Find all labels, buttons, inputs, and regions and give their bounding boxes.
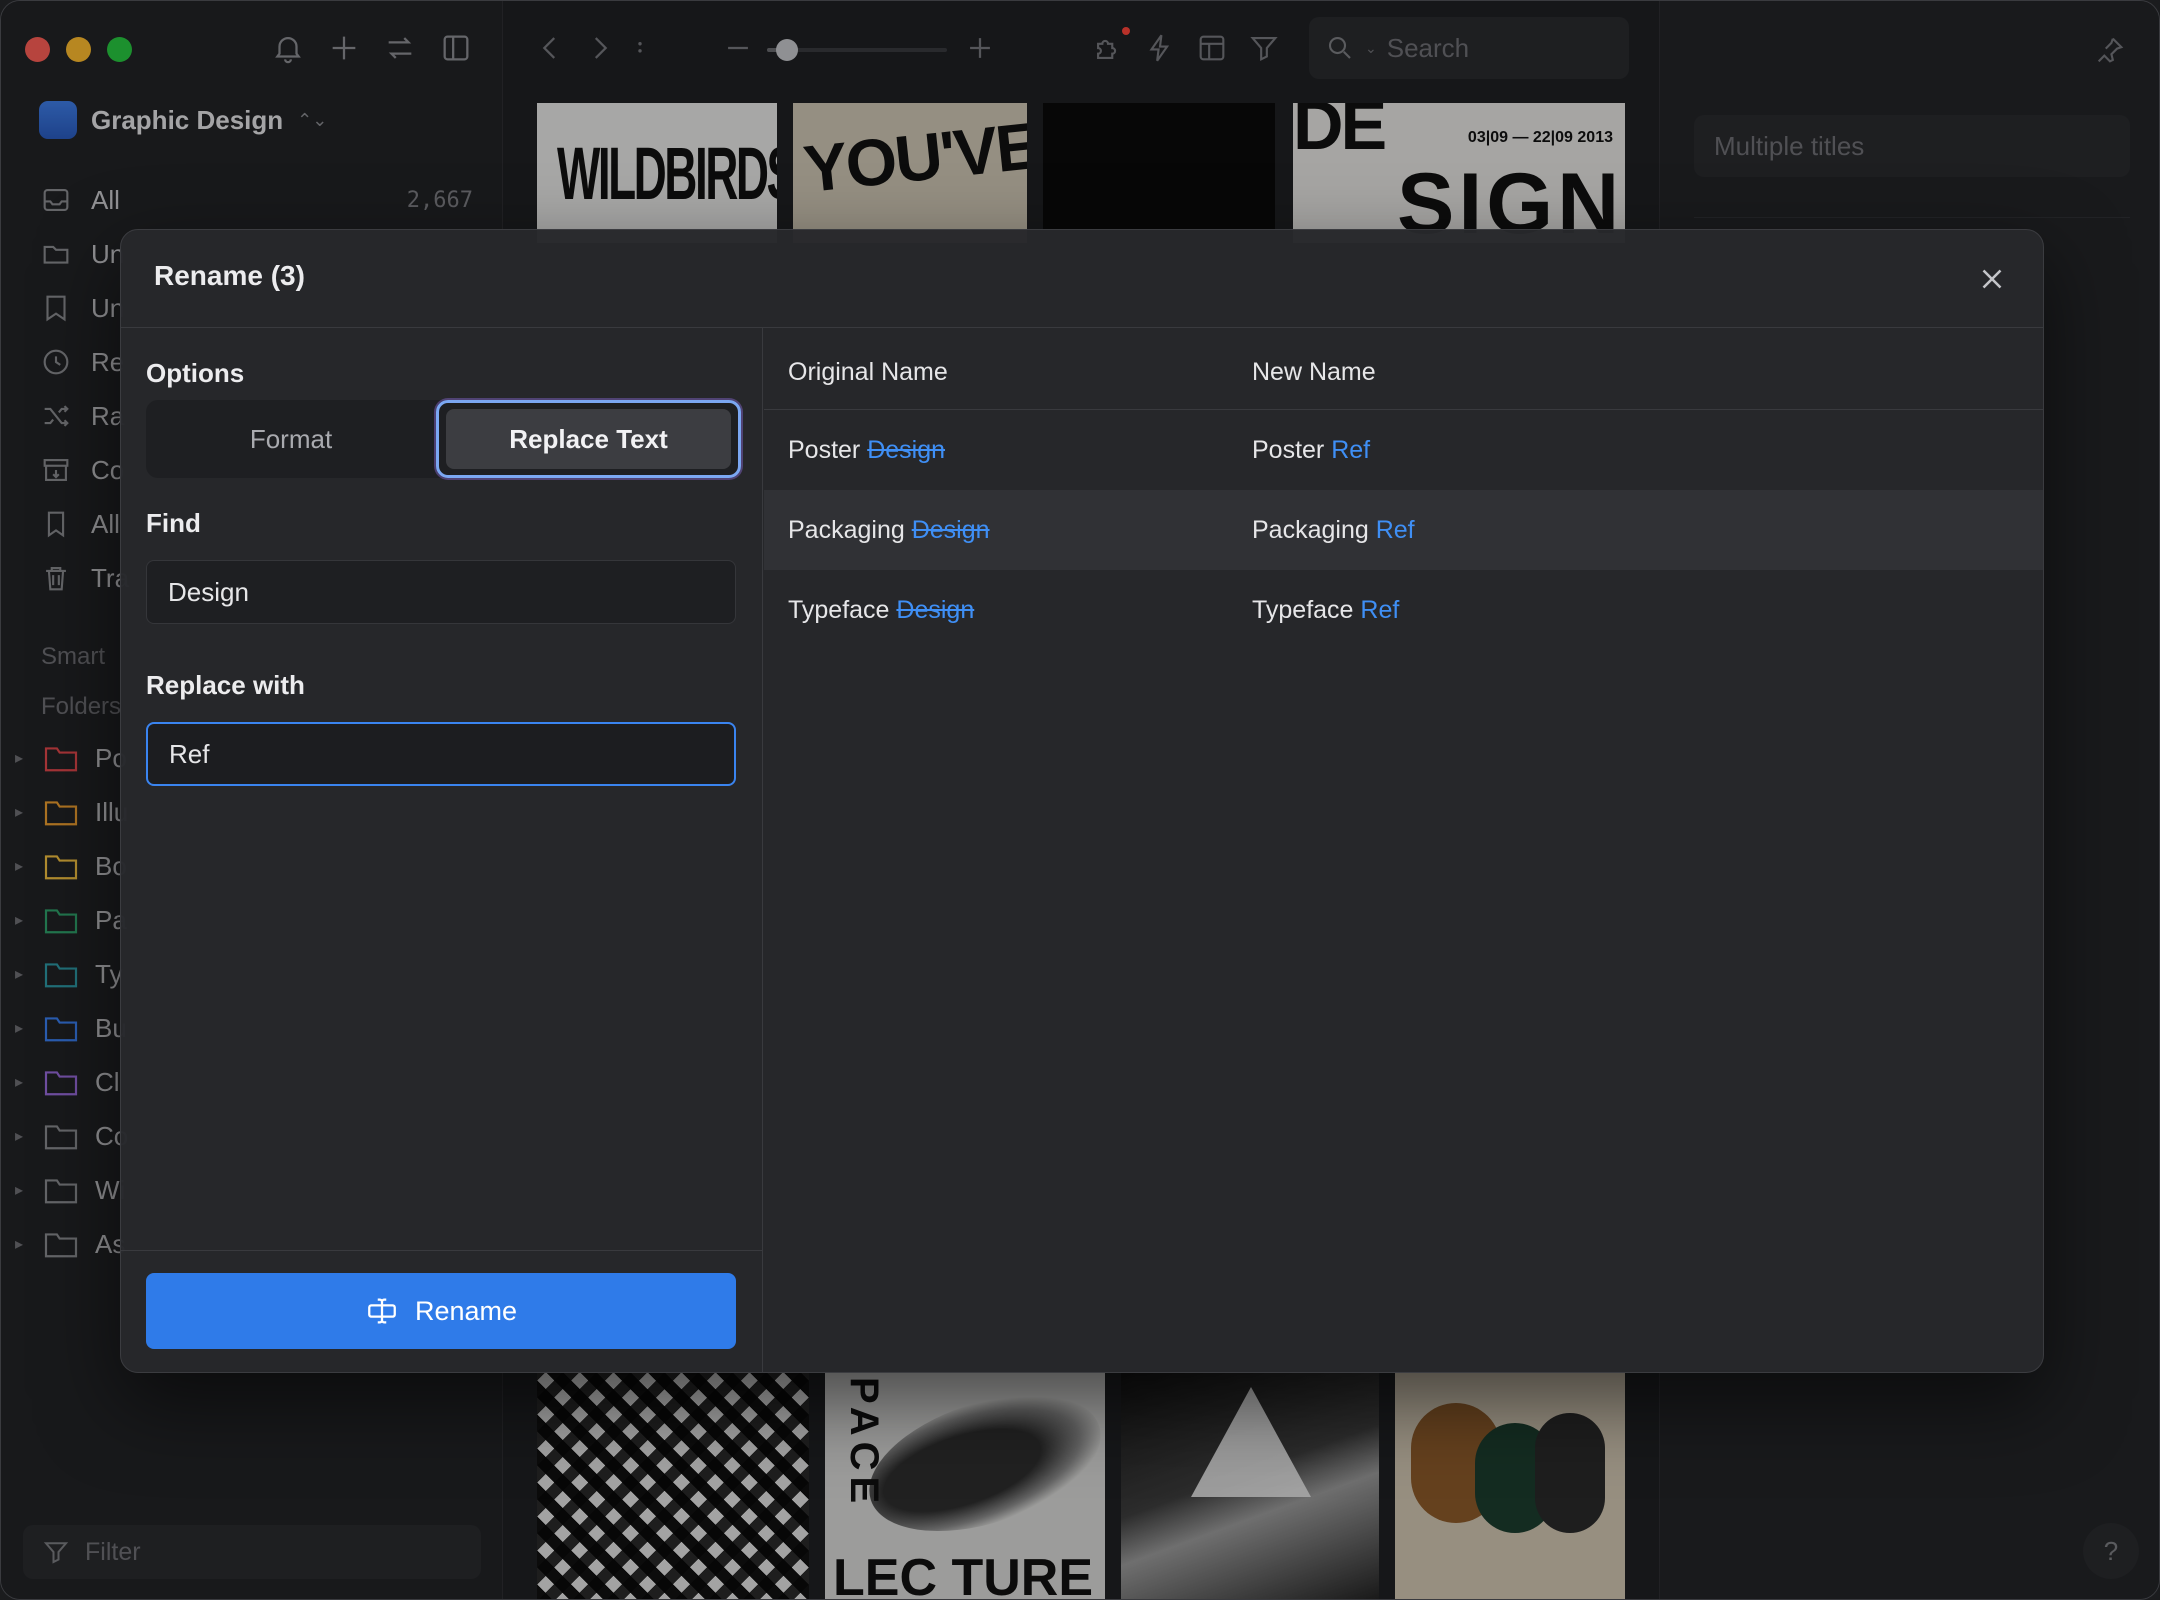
- rename-preview-table: Original Name New Name Poster Design Post…: [764, 328, 2043, 1372]
- new-name-cell: Poster Ref: [1252, 436, 1370, 465]
- original-name-cell: Packaging Design: [788, 516, 990, 545]
- replacement-text: Ref: [1331, 436, 1371, 464]
- tab-label: Replace Text: [446, 409, 731, 469]
- dialog-header: Rename (3): [121, 230, 2043, 328]
- replace-label: Replace with: [146, 670, 305, 700]
- replace-input[interactable]: Ref: [146, 722, 736, 786]
- rename-button-label: Rename: [414, 1295, 518, 1326]
- replacement-text: Ref: [1375, 516, 1415, 544]
- rename-dialog: Rename (3) Options Format Replace Text F…: [120, 229, 2044, 1373]
- options-panel: Options Format Replace Text Find Design …: [121, 328, 763, 1372]
- tab-label: Format: [249, 423, 333, 454]
- tab-replace-text[interactable]: Replace Text: [436, 400, 741, 478]
- tab-format[interactable]: Format: [146, 400, 436, 478]
- find-label: Find: [146, 508, 201, 538]
- table-row: Packaging Design Packaging Ref: [764, 490, 2043, 570]
- find-input[interactable]: Design: [146, 560, 736, 624]
- rename-cursor-icon: [368, 1298, 396, 1324]
- dialog-footer: Rename: [121, 1250, 762, 1372]
- column-original-name: Original Name: [788, 358, 948, 386]
- matched-text: Design: [867, 436, 946, 464]
- replacement-text: Ref: [1360, 596, 1400, 624]
- matched-text: Design: [911, 516, 990, 544]
- original-name-cell: Typeface Design: [788, 596, 974, 625]
- table-row: Typeface Design Typeface Ref: [764, 570, 2043, 650]
- new-name-cell: Packaging Ref: [1252, 516, 1415, 545]
- column-new-name: New Name: [1252, 358, 1376, 386]
- mode-segmented-control: Format Replace Text: [146, 400, 741, 478]
- name-prefix: Typeface: [1252, 596, 1361, 624]
- find-value: Design: [168, 576, 249, 607]
- app-window: Graphic Design ⌃⌄ All 2,667 Un Un Re Ra …: [0, 0, 2160, 1600]
- close-icon[interactable]: [1975, 262, 2009, 296]
- rename-button[interactable]: Rename: [146, 1273, 736, 1349]
- matched-text: Design: [896, 596, 975, 624]
- name-prefix: Poster: [1252, 436, 1332, 464]
- options-label: Options: [146, 358, 245, 388]
- table-header: Original Name New Name: [764, 328, 2043, 410]
- table-row: Poster Design Poster Ref: [764, 410, 2043, 490]
- dialog-title: Rename (3): [154, 260, 305, 291]
- name-prefix: Typeface: [788, 596, 897, 624]
- original-name-cell: Poster Design: [788, 436, 945, 465]
- new-name-cell: Typeface Ref: [1252, 596, 1399, 625]
- name-prefix: Packaging: [788, 516, 912, 544]
- replace-value: Ref: [169, 738, 210, 769]
- name-prefix: Poster: [788, 436, 868, 464]
- name-prefix: Packaging: [1252, 516, 1376, 544]
